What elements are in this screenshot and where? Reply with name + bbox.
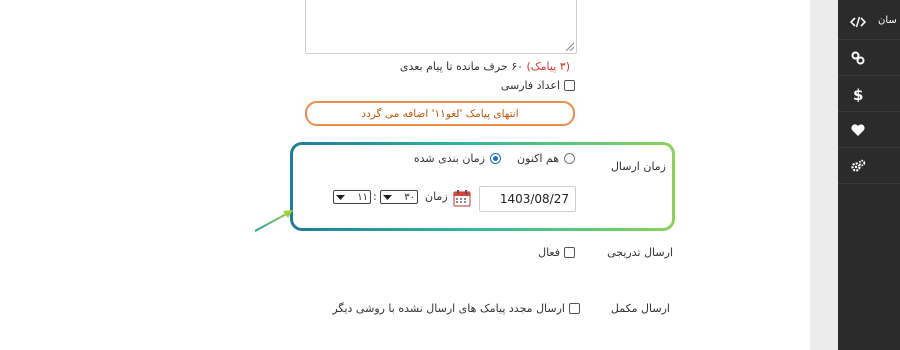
svg-text:$: $ <box>853 86 863 102</box>
sms-count: (۳ پیامک) <box>526 60 570 73</box>
opt-out-notice: انتهای پیامک 'لغو۱۱' اضافه می گردد <box>305 101 575 126</box>
chevron-down-icon <box>336 194 345 200</box>
sidebar-item-settings[interactable] <box>838 148 900 184</box>
persian-digits-label: اعداد فارسی <box>500 79 560 92</box>
sidebar-item-code[interactable]: سان <box>838 4 900 40</box>
complement-send-option-label: ارسال مجدد پیامک های ارسال نشده با روشی … <box>332 302 565 315</box>
hour-value: ۱۱ <box>357 191 368 203</box>
chevron-down-icon <box>383 194 392 200</box>
time-separator: : <box>373 190 377 203</box>
sidebar-item-favorites[interactable] <box>838 112 900 148</box>
gradual-send-option-label: فعال <box>538 246 560 259</box>
chars-remaining: ۶۰ حرف مانده تا پیام بعدی <box>399 60 527 73</box>
message-textarea[interactable] <box>305 0 577 54</box>
heart-icon <box>851 124 865 136</box>
time-label: زمان <box>425 190 448 203</box>
sidebar-item-link[interactable] <box>838 40 900 76</box>
gradual-send-label: ارسال تدریجی <box>607 246 673 259</box>
complement-send-label: ارسال مکمل <box>610 302 670 315</box>
complement-send-option[interactable]: ارسال مجدد پیامک های ارسال نشده با روشی … <box>300 302 580 315</box>
gradual-send-option[interactable]: فعال <box>520 246 575 259</box>
hour-select[interactable]: ۱۱ <box>333 190 371 204</box>
minute-value: ۳۰ <box>404 191 415 203</box>
send-time-options: هم اکنون زمان بندی شده <box>395 152 575 165</box>
opt-out-notice-text: انتهای پیامک 'لغو۱۱' اضافه می گردد <box>361 107 519 120</box>
send-time-label: زمان ارسال <box>610 160 666 173</box>
minute-select[interactable]: ۳۰ <box>380 190 418 204</box>
radio-now[interactable] <box>564 153 575 164</box>
dollar-icon: $ <box>853 86 863 102</box>
persian-digits-checkbox[interactable] <box>564 80 575 91</box>
sms-counter: (۳ پیامک) ۶۰ حرف مانده تا پیام بعدی <box>340 60 570 73</box>
complement-send-checkbox[interactable] <box>569 303 580 314</box>
gears-icon <box>851 159 866 172</box>
pointer-arrow-icon <box>254 210 293 232</box>
sidebar-item-billing[interactable]: $ <box>838 76 900 112</box>
gradual-send-checkbox[interactable] <box>564 247 575 258</box>
radio-scheduled[interactable] <box>490 153 501 164</box>
radio-scheduled-label[interactable]: زمان بندی شده <box>414 152 485 165</box>
calendar-icon[interactable] <box>453 189 471 207</box>
sidebar-item-label: سان <box>878 15 897 26</box>
date-value: 1403/08/27 <box>499 192 569 206</box>
sidebar: سان $ <box>838 0 900 350</box>
resize-grip-icon[interactable] <box>564 41 574 51</box>
date-input[interactable]: 1403/08/27 <box>479 186 576 212</box>
content-edge <box>810 0 838 350</box>
persian-digits-option[interactable]: اعداد فارسی <box>455 79 575 92</box>
radio-now-label[interactable]: هم اکنون <box>517 152 559 165</box>
code-icon <box>850 16 866 28</box>
link-icon <box>851 51 865 65</box>
